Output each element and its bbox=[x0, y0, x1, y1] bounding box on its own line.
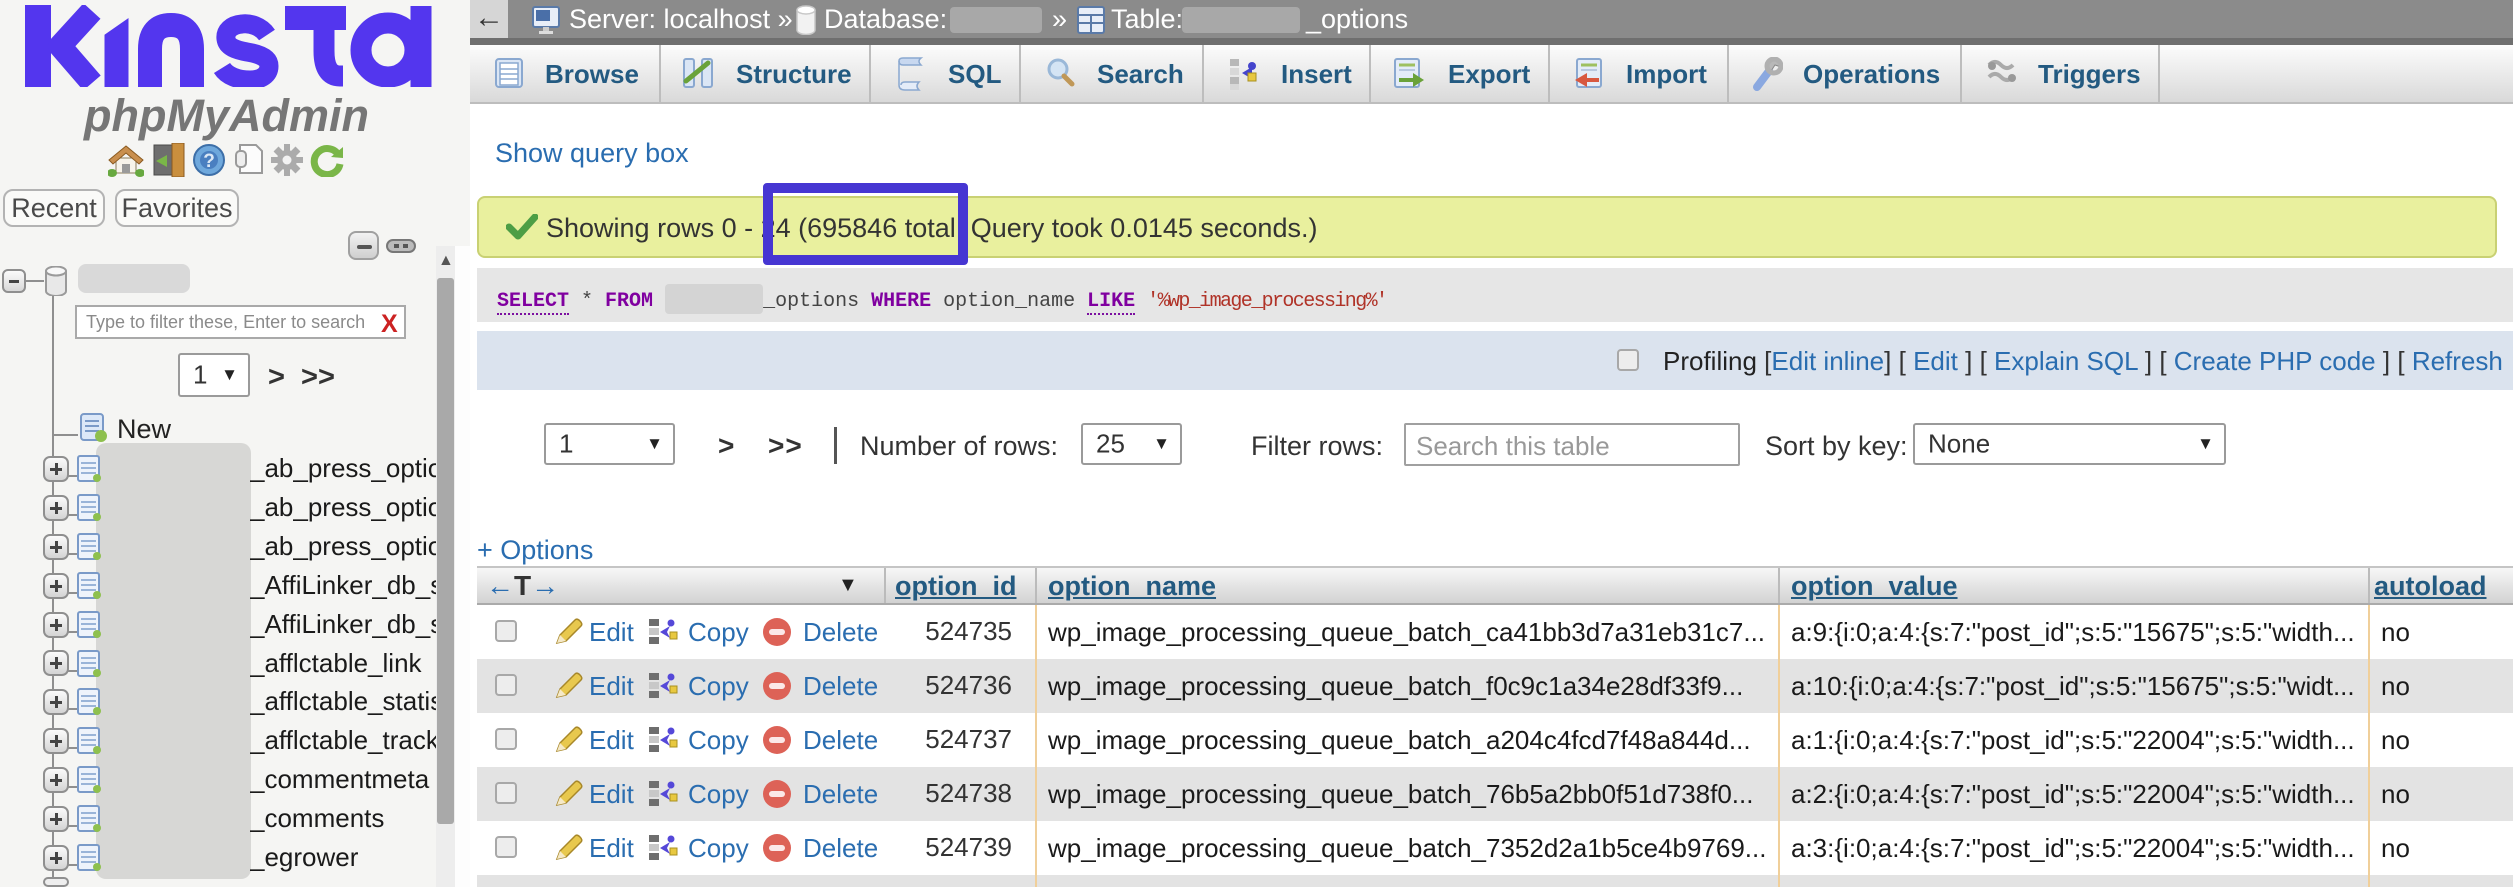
svg-text:?: ? bbox=[203, 151, 215, 172]
